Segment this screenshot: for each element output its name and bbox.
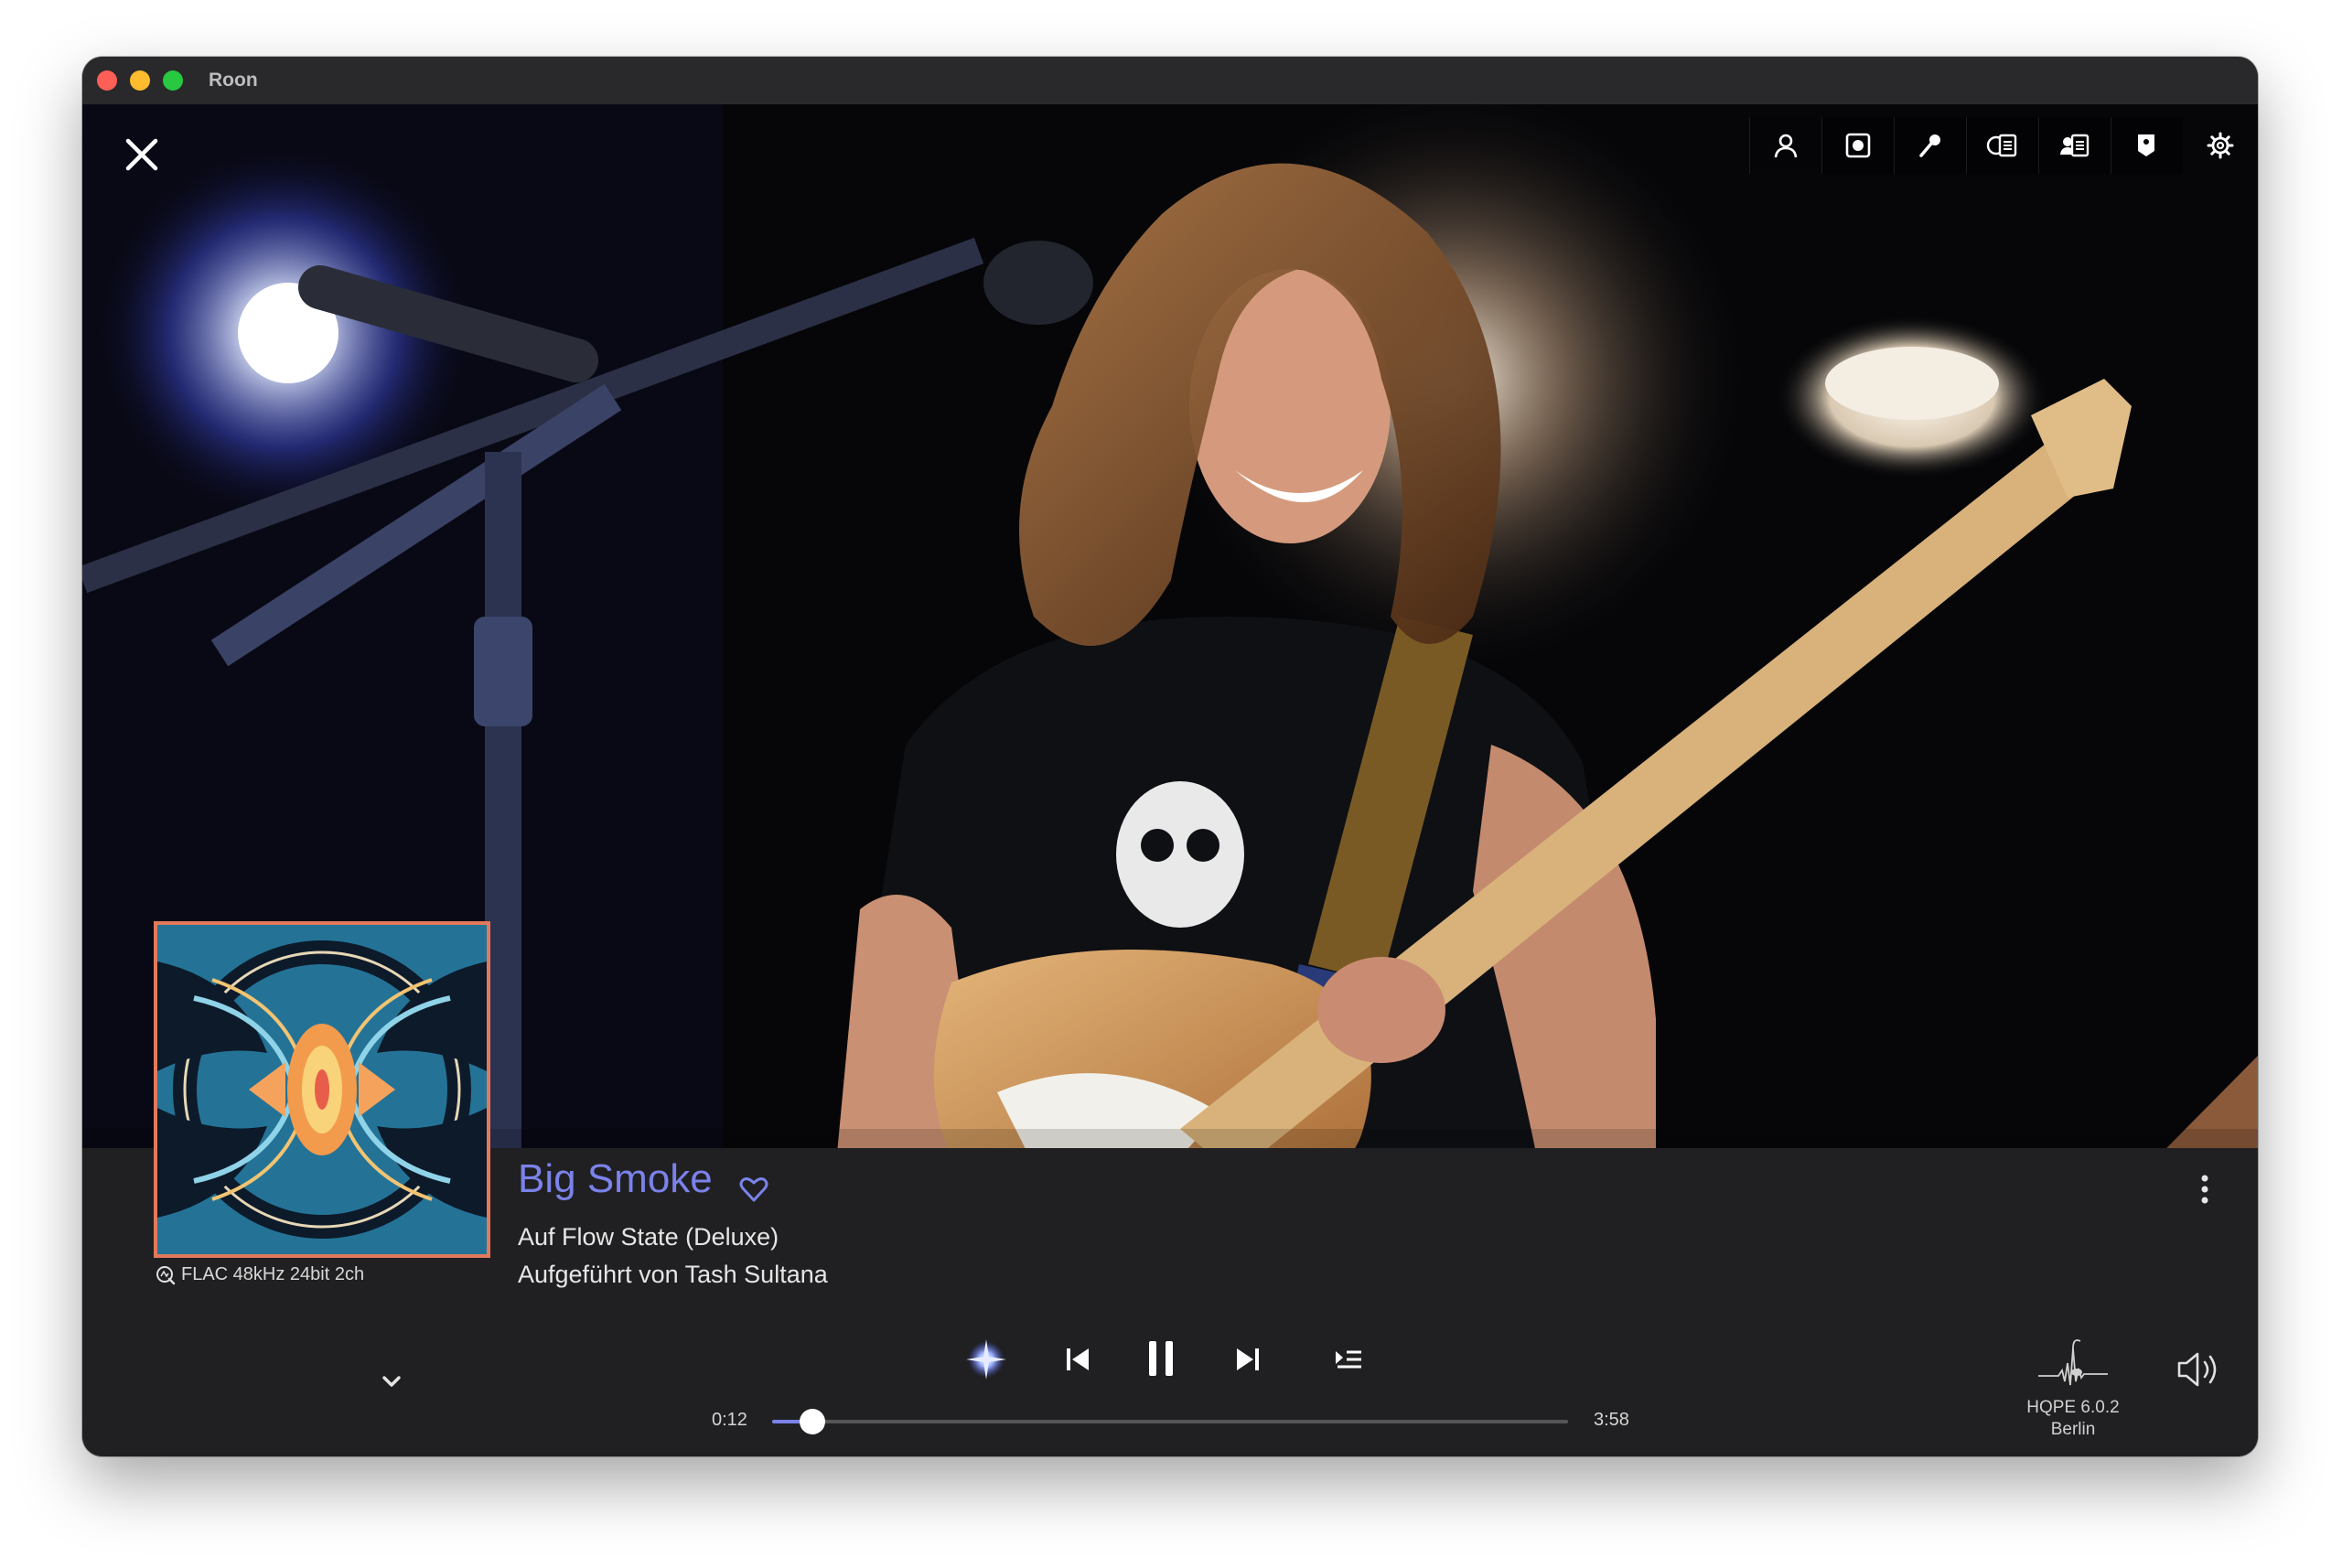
record-icon [1845, 133, 1871, 158]
queue-icon[interactable] [1330, 1343, 1367, 1376]
audio-format[interactable]: FLAC 48kHz 24bit 2ch [156, 1264, 364, 1285]
lyrics-view-button[interactable] [1894, 117, 1966, 174]
artist-view-button[interactable] [1749, 117, 1821, 174]
title-bar: Roon [82, 57, 2258, 104]
album-view-button[interactable] [1821, 117, 1894, 174]
album-credits-button[interactable] [1966, 117, 2038, 174]
close-icon[interactable] [119, 132, 165, 177]
artist-line[interactable]: Aufgeführt von Tash Sultana [518, 1261, 828, 1289]
zone-icon[interactable] [2036, 1336, 2110, 1391]
microphone-icon [1919, 134, 1940, 157]
total-time: 3:58 [1594, 1410, 1629, 1430]
person-document-icon [2060, 134, 2090, 157]
seek-handle[interactable] [799, 1409, 825, 1434]
tags-button[interactable] [2111, 117, 2183, 174]
volume-icon[interactable] [2174, 1348, 2225, 1391]
person-icon [1774, 134, 1798, 158]
zone-name[interactable]: HQPE 6.0.2 [2000, 1398, 2146, 1418]
more-options-icon[interactable] [2194, 1171, 2216, 1208]
next-track-icon[interactable] [1230, 1341, 1266, 1378]
gear-icon [2207, 132, 2234, 159]
elapsed-time: 0:12 [712, 1410, 747, 1430]
zone-location[interactable]: Berlin [2000, 1420, 2146, 1440]
zoom-window-button[interactable] [163, 70, 183, 91]
album-line[interactable]: Auf Flow State (Deluxe) [518, 1223, 779, 1251]
heart-icon[interactable] [737, 1173, 770, 1206]
album-art[interactable] [154, 921, 490, 1258]
disc-document-icon [1986, 134, 2017, 157]
format-text: FLAC 48kHz 24bit 2ch [181, 1264, 365, 1284]
chevron-down-icon[interactable] [377, 1367, 406, 1396]
tag-icon [2138, 134, 2154, 156]
artist-credits-button[interactable] [2038, 117, 2111, 174]
pause-icon[interactable] [1138, 1336, 1184, 1381]
window-title: Roon [209, 70, 258, 91]
track-title[interactable]: Big Smoke [518, 1156, 713, 1202]
radio-icon[interactable] [961, 1334, 1012, 1385]
settings-button[interactable] [2183, 117, 2258, 174]
minimize-window-button[interactable] [130, 70, 150, 91]
roon-window: Roon FLAC 48kHz 24bit 2ch Big Smoke Auf … [82, 57, 2258, 1456]
previous-track-icon[interactable] [1059, 1341, 1096, 1378]
close-window-button[interactable] [97, 70, 117, 91]
signal-path-icon [156, 1265, 176, 1284]
view-toolbar [1749, 117, 2258, 174]
seek-bar[interactable] [772, 1409, 1568, 1434]
